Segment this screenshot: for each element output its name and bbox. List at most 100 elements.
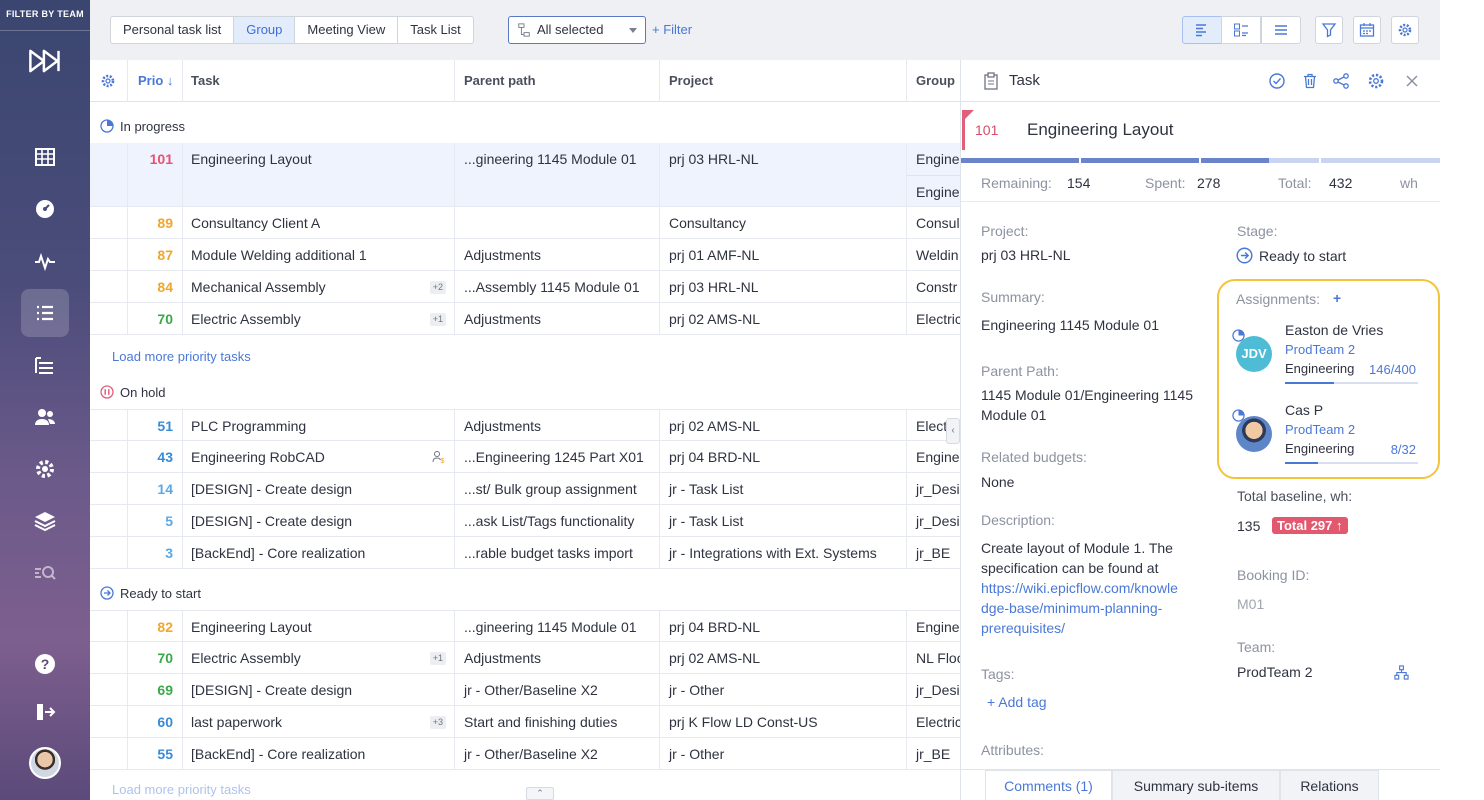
table-row[interactable]: 70 Electric Assembly +1 Adjustments prj 0…: [90, 303, 960, 335]
settings-gear-icon[interactable]: [21, 445, 69, 493]
column-header-parent-path[interactable]: Parent path: [455, 60, 660, 102]
avatar[interactable]: [1236, 416, 1272, 452]
list-icon: [1275, 25, 1287, 35]
subtask-count-badge[interactable]: +3: [429, 716, 446, 729]
group-header-on-hold[interactable]: On hold: [90, 378, 960, 406]
parent-path: Adjustments: [455, 239, 660, 271]
calendar-button[interactable]: [1353, 16, 1381, 44]
table-row[interactable]: 3 [BackEnd] - Core realization ...rable …: [90, 537, 960, 569]
column-settings-button[interactable]: [90, 60, 128, 102]
team-structure-icon[interactable]: [1394, 665, 1409, 680]
toolbar-settings-button[interactable]: [1391, 16, 1419, 44]
collapse-panel-toggle[interactable]: ‹: [946, 418, 960, 444]
team-value[interactable]: ProdTeam 2: [1237, 662, 1312, 682]
priority-filter-button[interactable]: [1315, 16, 1343, 44]
table-row[interactable]: 60 last paperwork +3 Start and finishing …: [90, 706, 960, 738]
group-header-ready-to-start[interactable]: Ready to start: [90, 579, 960, 607]
load-more-priority-tasks-link[interactable]: Load more priority tasks: [112, 349, 251, 364]
table-row[interactable]: 84 Mechanical Assembly +2 ...Assembly 114…: [90, 271, 960, 303]
logout-icon[interactable]: [21, 688, 69, 736]
user-avatar[interactable]: [29, 747, 61, 779]
tab-relations[interactable]: Relations: [1280, 770, 1379, 800]
column-header-group[interactable]: Group: [907, 60, 960, 102]
pause-icon: [100, 385, 114, 399]
load-more-priority-tasks-link[interactable]: Load more priority tasks: [112, 782, 251, 797]
parent-path: ...Engineering 1245 Part X01: [455, 441, 660, 473]
tab-comments[interactable]: Comments (1): [985, 770, 1112, 800]
close-icon[interactable]: [1403, 72, 1421, 90]
users-icon[interactable]: [21, 393, 69, 441]
layers-icon[interactable]: [21, 497, 69, 545]
analytics-search-icon[interactable]: [21, 549, 69, 597]
table-row[interactable]: 5 [DESIGN] - Create design ...ask List/T…: [90, 505, 960, 537]
gantt-view-button[interactable]: [1182, 16, 1222, 44]
share-icon[interactable]: [1332, 72, 1350, 90]
help-icon[interactable]: ?: [21, 640, 69, 688]
view-meeting[interactable]: Meeting View: [295, 17, 399, 43]
stage-value[interactable]: Ready to start: [1259, 246, 1346, 266]
view-personal-task-list[interactable]: Personal task list: [111, 17, 235, 43]
parent-path: ...ask List/Tags functionality: [455, 505, 660, 537]
subtask-count-badge[interactable]: +2: [429, 281, 446, 294]
tab-summary-sub-items[interactable]: Summary sub-items: [1112, 770, 1280, 800]
add-tag-button[interactable]: + Add tag: [987, 692, 1047, 712]
grouped-view-button[interactable]: [1221, 16, 1261, 44]
subtask-count-badge[interactable]: +1: [429, 652, 446, 665]
gear-icon[interactable]: [1367, 72, 1385, 90]
app-root: FILTER BY TEAM ? Personal task list Grou…: [0, 0, 1484, 800]
dashboard-gauge-icon[interactable]: [21, 185, 69, 233]
subtask-count-badge[interactable]: +1: [429, 313, 446, 326]
description-link[interactable]: https://wiki.epicflow.com/knowle: [981, 578, 1178, 598]
hierarchy-list-icon[interactable]: [21, 341, 69, 389]
list-view-button[interactable]: [1261, 16, 1301, 44]
svg-text:$: $: [441, 458, 445, 464]
booking-id-value[interactable]: M01: [1237, 594, 1264, 614]
logo-icon[interactable]: [21, 37, 69, 85]
trash-icon[interactable]: [1301, 72, 1319, 90]
check-circle-icon[interactable]: [1268, 72, 1286, 90]
table-row[interactable]: 89 Consultancy Client A Consultancy Cons…: [90, 207, 960, 239]
parent-path: Adjustments: [455, 410, 660, 442]
scroll-up-button[interactable]: ⌃: [526, 787, 554, 800]
table-row[interactable]: 101 Engineering Layout ...gineering 1145…: [90, 143, 960, 207]
user-budget-icon[interactable]: $: [432, 450, 446, 464]
table-row[interactable]: 70 Electric Assembly +1 Adjustments prj 0…: [90, 642, 960, 674]
add-assignment-button[interactable]: +: [1333, 290, 1341, 306]
filter-by-team-title[interactable]: FILTER BY TEAM: [0, 9, 90, 19]
task-title[interactable]: Engineering Layout: [1027, 120, 1174, 140]
table-row[interactable]: 82 Engineering Layout ...gineering 1145 …: [90, 610, 960, 643]
column-header-prio[interactable]: Prio ↓: [128, 60, 183, 102]
activity-pulse-icon[interactable]: [21, 237, 69, 285]
prio-value: 70: [128, 642, 183, 674]
task-list-icon[interactable]: [21, 289, 69, 337]
column-header-task[interactable]: Task: [183, 60, 455, 102]
table-row[interactable]: 14 [DESIGN] - Create design ...st/ Bulk …: [90, 473, 960, 505]
prio-value: 82: [128, 611, 183, 643]
assignee-name[interactable]: Easton de Vries: [1285, 322, 1383, 338]
summary-value[interactable]: Engineering 1145 Module 01: [981, 315, 1159, 335]
table-row[interactable]: 87 Module Welding additional 1 Adjustmen…: [90, 239, 960, 271]
total-label: Total:: [1278, 175, 1312, 191]
progress-fill: [1285, 462, 1319, 464]
assignee-team[interactable]: ProdTeam 2: [1285, 342, 1355, 357]
column-header-project[interactable]: Project: [660, 60, 907, 102]
description-link[interactable]: prerequisites/: [981, 618, 1065, 638]
table-row[interactable]: 51 PLC Programming Adjustments prj 02 AM…: [90, 409, 960, 442]
grid-calendar-icon[interactable]: [21, 133, 69, 181]
team-select-dropdown[interactable]: All selected: [508, 16, 646, 44]
view-task-list[interactable]: Task List: [398, 17, 473, 43]
group-header-in-progress[interactable]: In progress: [90, 112, 960, 140]
assignee-name[interactable]: Cas P: [1285, 402, 1323, 418]
parent-path: jr - Other/Baseline X2: [455, 674, 660, 706]
table-row[interactable]: 43 Engineering RobCAD $ ...Engineering 1…: [90, 441, 960, 473]
description-link[interactable]: dge-base/minimum-planning-: [981, 598, 1162, 618]
assignee-team[interactable]: ProdTeam 2: [1285, 422, 1355, 437]
table-row[interactable]: 69 [DESIGN] - Create design jr - Other/B…: [90, 674, 960, 706]
add-filter-button[interactable]: + Filter: [652, 22, 692, 37]
avatar[interactable]: JDV: [1236, 336, 1272, 372]
view-group[interactable]: Group: [234, 17, 296, 43]
project-value[interactable]: prj 03 HRL-NL: [981, 245, 1070, 265]
table-row[interactable]: 55 [BackEnd] - Core realization jr - Oth…: [90, 738, 960, 770]
task-name: Electric Assembly +1: [183, 303, 455, 335]
project-name: prj 03 HRL-NL: [660, 271, 907, 303]
